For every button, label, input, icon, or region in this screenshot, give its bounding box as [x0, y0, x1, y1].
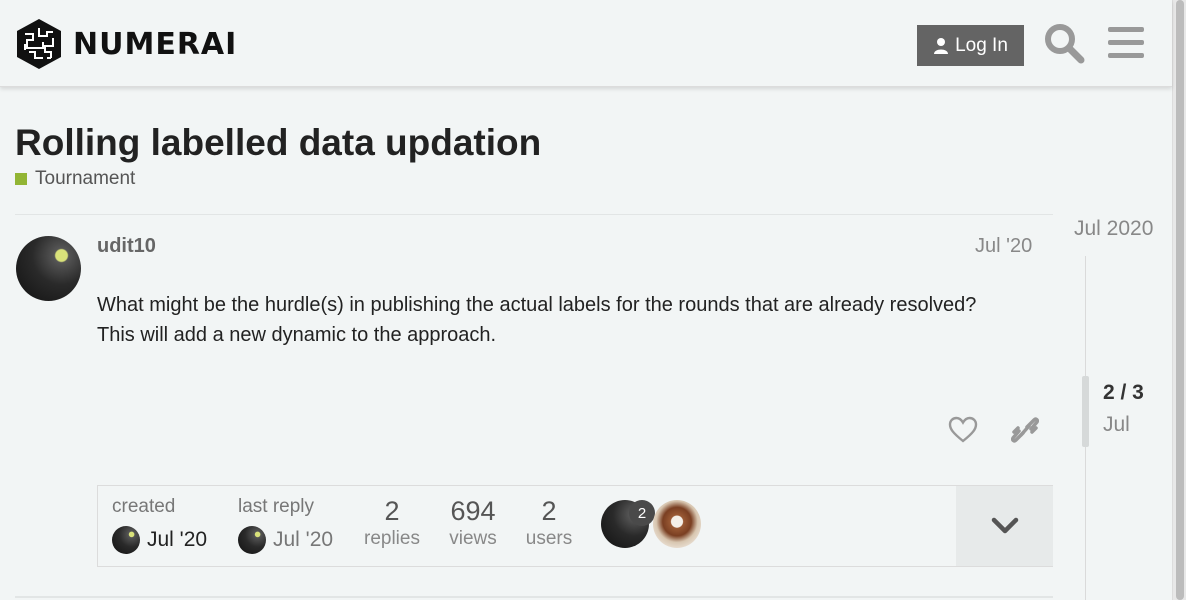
- timeline-start-date[interactable]: Jul 2020: [1074, 217, 1153, 241]
- numerai-logo-icon: [17, 19, 61, 69]
- creator-avatar[interactable]: [112, 526, 140, 554]
- logo-text: NUMERAI: [73, 26, 238, 62]
- participant-post-count-badge: 2: [629, 500, 655, 526]
- user-icon: [934, 37, 949, 54]
- post-divider: [15, 596, 1053, 598]
- views-label: views: [449, 528, 497, 549]
- users-label: users: [525, 528, 573, 549]
- search-icon[interactable]: [1043, 22, 1085, 64]
- heart-icon[interactable]: [948, 416, 978, 444]
- post-author-avatar[interactable]: [16, 236, 81, 301]
- views-count: 694: [450, 496, 496, 526]
- hamburger-menu-icon[interactable]: [1108, 26, 1144, 60]
- last-replier-avatar[interactable]: [238, 526, 266, 554]
- chevron-down-icon: [991, 517, 1018, 534]
- views-stat: 694 views: [443, 496, 503, 550]
- participant-avatar[interactable]: [653, 500, 701, 548]
- created-section: created Jul '20: [112, 496, 207, 554]
- scrollbar-thumb[interactable]: [1176, 0, 1184, 600]
- users-stat: 2 users: [519, 496, 579, 550]
- site-header: NUMERAI Log In: [0, 0, 1172, 87]
- post-author-username[interactable]: udit10: [97, 235, 156, 258]
- replies-stat: 2 replies: [362, 496, 422, 550]
- created-label: created: [112, 496, 176, 517]
- users-count: 2: [541, 496, 557, 526]
- topic-divider: [15, 214, 1053, 215]
- topic-title[interactable]: Rolling labelled data updation: [15, 122, 541, 164]
- timeline-position: 2 / 3: [1103, 381, 1144, 404]
- replies-label: replies: [364, 528, 420, 549]
- page-scrollbar[interactable]: [1172, 0, 1186, 600]
- timeline-current-month: Jul: [1103, 413, 1130, 436]
- category-color-swatch: [15, 173, 27, 185]
- expand-topic-map-button[interactable]: [956, 486, 1053, 566]
- post-date[interactable]: Jul '20: [975, 235, 1032, 258]
- link-icon[interactable]: [1011, 415, 1039, 445]
- replies-count: 2: [384, 496, 400, 526]
- timeline-handle[interactable]: [1082, 376, 1089, 447]
- category-badge[interactable]: Tournament: [15, 168, 135, 190]
- last-reply-section: last reply Jul '20: [238, 496, 333, 554]
- post-body: What might be the hurdle(s) in publishin…: [97, 294, 977, 346]
- login-button[interactable]: Log In: [917, 25, 1024, 66]
- last-reply-label: last reply: [238, 496, 315, 517]
- created-date[interactable]: Jul '20: [147, 528, 207, 552]
- topic-map: created Jul '20 last reply Jul '20 2 rep…: [97, 485, 1053, 567]
- site-logo[interactable]: NUMERAI: [15, 18, 237, 70]
- last-reply-date[interactable]: Jul '20: [273, 528, 333, 552]
- login-button-label: Log In: [955, 34, 1008, 56]
- category-name: Tournament: [35, 168, 136, 189]
